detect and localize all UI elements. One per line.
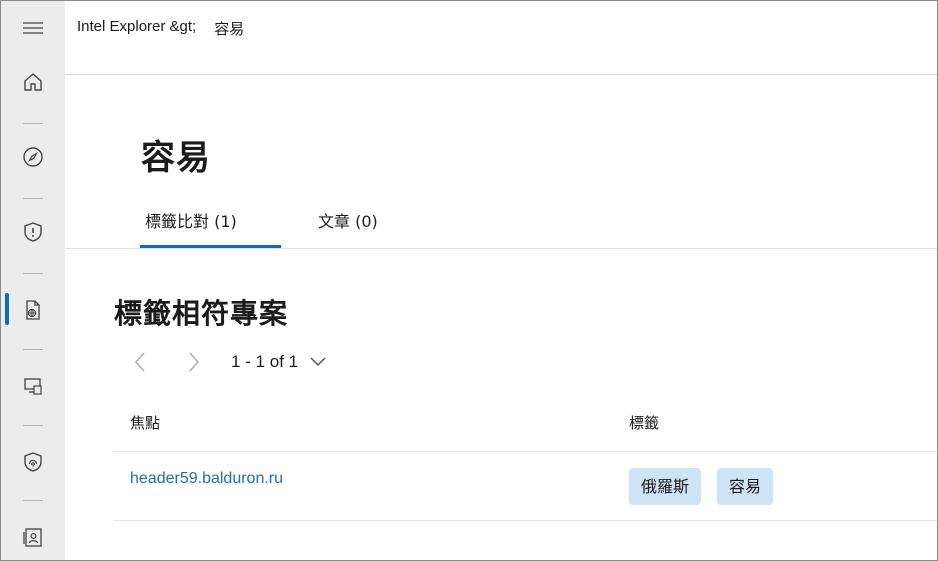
rail-divider (23, 349, 43, 350)
previous-page-button[interactable] (125, 347, 155, 377)
tag-list: 俄羅斯 容易 (629, 468, 774, 505)
contact-card-icon[interactable] (13, 519, 53, 555)
tag-chip[interactable]: 俄羅斯 (629, 468, 702, 505)
rail-divider (23, 425, 43, 426)
top-bar: Intel Explorer &gt; 容易 (65, 1, 937, 75)
table-row: header59.balduron.ru 俄羅斯 容易 (113, 452, 937, 521)
left-nav-rail (1, 1, 65, 560)
active-indicator (5, 293, 9, 325)
breadcrumb: Intel Explorer &gt; 容易 (77, 18, 244, 39)
active-tab-underline (140, 245, 281, 248)
breadcrumb-current: 容易 (214, 21, 245, 38)
document-globe-icon[interactable] (13, 292, 53, 328)
shield-fingerprint-icon[interactable] (13, 444, 53, 480)
devices-icon[interactable] (13, 368, 53, 404)
rail-divider (23, 273, 43, 274)
focus-link[interactable]: header59.balduron.ru (130, 470, 283, 488)
home-icon[interactable] (13, 64, 53, 100)
tab-bar: 標籤比對 (1) 文章 (0) (65, 200, 937, 249)
section-title: 標籤相符專案 (114, 297, 289, 330)
compass-icon[interactable] (13, 139, 53, 175)
page-range-dropdown[interactable] (306, 350, 330, 374)
pager: 1 - 1 of 1 (125, 346, 330, 378)
tab-articles[interactable]: 文章 (0) (318, 208, 378, 232)
shield-alert-icon[interactable] (13, 214, 53, 250)
tag-chip[interactable]: 容易 (717, 468, 774, 505)
breadcrumb-root[interactable]: Intel Explorer &gt; (77, 18, 196, 39)
results-table: 焦點 標籤 header59.balduron.ru 俄羅斯 容易 (113, 400, 937, 521)
table-header-row: 焦點 標籤 (113, 400, 937, 452)
chevron-left-icon (134, 352, 145, 372)
column-header-tags[interactable]: 標籤 (629, 412, 659, 433)
rail-divider (23, 198, 43, 199)
chevron-down-icon (310, 357, 326, 367)
menu-icon[interactable] (13, 10, 53, 46)
rail-divider (23, 500, 43, 501)
column-header-focus[interactable]: 焦點 (130, 412, 160, 433)
page-title: 容易 (141, 138, 211, 178)
chevron-right-icon (189, 352, 200, 372)
next-page-button[interactable] (179, 347, 209, 377)
tab-tag-match[interactable]: 標籤比對 (1) (145, 208, 237, 232)
rail-divider (23, 123, 43, 124)
page-range: 1 - 1 of 1 (231, 352, 299, 371)
